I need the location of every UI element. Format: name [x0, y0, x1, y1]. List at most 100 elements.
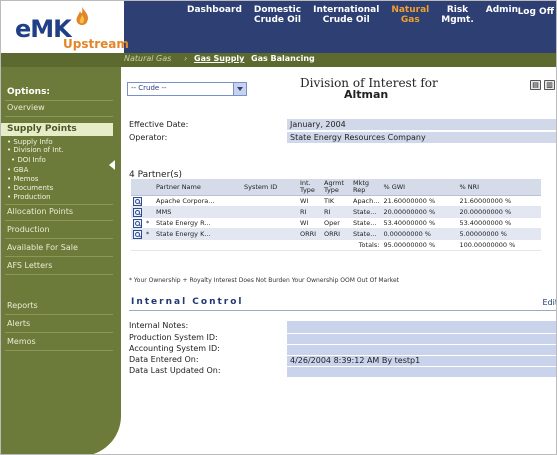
- row-mark: *: [144, 217, 154, 229]
- divider: [5, 332, 113, 333]
- sidebar-item-overview[interactable]: Overview: [7, 103, 45, 112]
- nri: 5.00000000 %: [457, 228, 542, 240]
- nri: 20.00000000 %: [457, 206, 542, 218]
- sidebar-item-memos-sub[interactable]: • Memos: [7, 175, 38, 183]
- crude-select-value: -- Crude --: [131, 84, 167, 92]
- divider: [5, 100, 113, 101]
- sidebar-item-allocation-points[interactable]: Allocation Points: [7, 207, 73, 216]
- sidebar-item-production-sub[interactable]: • Production: [7, 193, 51, 201]
- subnav-gas-balancing[interactable]: Gas Balancing: [251, 54, 315, 63]
- divider: [5, 116, 113, 117]
- agrmt-type: TIK: [322, 195, 351, 207]
- document-icon[interactable]: ▥: [544, 80, 555, 90]
- row-mark: *: [144, 228, 154, 240]
- view-icon[interactable]: [133, 207, 142, 217]
- logo-subtitle: Upstream: [63, 37, 129, 51]
- flame-icon: [76, 7, 89, 25]
- partners-table: Partner Name System ID Int. Type Agrmt T…: [131, 179, 542, 251]
- nav-international-crude[interactable]: International Crude Oil: [307, 5, 385, 25]
- toolbar: ▤ ▥: [530, 80, 555, 90]
- top-header: eMK Upstream Dashboard Domestic Crude Oil…: [1, 1, 556, 53]
- gwi: 53.40000000 %: [381, 217, 458, 229]
- subnav-section[interactable]: Natural Gas: [124, 54, 171, 63]
- nri: 53.40000000 %: [457, 217, 542, 229]
- col-int-type[interactable]: Int. Type: [298, 179, 322, 196]
- col-partner-name[interactable]: Partner Name: [154, 179, 242, 196]
- main-content: -- Crude -- Division of Interest for Alt…: [125, 67, 557, 454]
- int-type: WI: [298, 195, 322, 207]
- view-icon[interactable]: [133, 229, 142, 239]
- sidebar-item-production[interactable]: Production: [7, 225, 50, 234]
- data-last-updated-label: Data Last Updated On:: [129, 366, 221, 375]
- view-icon[interactable]: [133, 196, 142, 206]
- system-id: [242, 195, 298, 207]
- partner-name[interactable]: State Energy K...: [154, 228, 242, 240]
- system-id: [242, 217, 298, 229]
- divider: [5, 274, 113, 275]
- logo[interactable]: eMK Upstream: [1, 1, 129, 53]
- sidebar-item-doi-info[interactable]: • DOI Info: [11, 156, 46, 164]
- col-nri[interactable]: % NRI: [457, 179, 542, 196]
- internal-control-title: Internal Control: [131, 297, 244, 307]
- divider: [5, 204, 113, 205]
- nav-risk-mgmt[interactable]: Risk Mgmt.: [435, 5, 480, 25]
- subnav-gas-supply[interactable]: Gas Supply: [194, 54, 244, 63]
- partner-name[interactable]: MMS: [154, 206, 242, 218]
- caret-left-icon: [109, 160, 115, 170]
- total-nri: 100.00000000 %: [457, 239, 542, 251]
- gwi: 21.60000000 %: [381, 195, 458, 207]
- sidebar-item-supply-points[interactable]: Supply Points: [1, 123, 113, 136]
- col-mktg-rep[interactable]: Mktg Rep: [351, 179, 382, 196]
- divider: [5, 256, 113, 257]
- system-id: [242, 206, 298, 218]
- data-entered-on-label: Data Entered On:: [129, 355, 199, 364]
- int-type: ORRI: [298, 228, 322, 240]
- nav-dashboard[interactable]: Dashboard: [181, 5, 248, 25]
- sidebar-item-alerts[interactable]: Alerts: [7, 319, 30, 328]
- system-id: [242, 228, 298, 240]
- sidebar-item-division-of-int[interactable]: • Division of Int.: [7, 146, 64, 154]
- col-agrmt-type[interactable]: Agrmt Type: [322, 179, 351, 196]
- sidebar: Options: Overview Supply Points • Supply…: [1, 67, 121, 454]
- sidebar-item-reports[interactable]: Reports: [7, 301, 38, 310]
- nav-domestic-crude[interactable]: Domestic Crude Oil: [248, 5, 307, 25]
- totals-label: Totals:: [351, 239, 382, 251]
- divider: [5, 314, 113, 315]
- internal-notes-value: [287, 321, 556, 333]
- sidebar-item-available-for-sale[interactable]: Available For Sale: [7, 243, 78, 252]
- sidebar-item-documents[interactable]: • Documents: [7, 184, 53, 192]
- sidebar-title: Options:: [7, 87, 51, 97]
- col-gwi[interactable]: % GWI: [381, 179, 458, 196]
- nav-natural-gas[interactable]: Natural Gas: [385, 5, 435, 25]
- sidebar-item-gba[interactable]: • GBA: [7, 166, 28, 174]
- crude-select[interactable]: -- Crude --: [127, 82, 247, 96]
- sidebar-item-afs-letters[interactable]: AFS Letters: [7, 261, 52, 270]
- agrmt-type: Oper: [322, 217, 351, 229]
- table-row: * State Energy K... ORRI ORRI State... 0…: [131, 228, 542, 240]
- agrmt-type: ORRI: [322, 228, 351, 240]
- partner-name[interactable]: State Energy R...: [154, 217, 242, 229]
- col-system-id[interactable]: System ID: [242, 179, 298, 196]
- divider: [5, 350, 113, 351]
- production-system-id-value: [287, 334, 556, 344]
- divider: [5, 238, 113, 239]
- print-icon[interactable]: ▤: [530, 80, 541, 90]
- chevron-down-icon[interactable]: [233, 83, 246, 95]
- effective-date-value: January, 2004: [287, 119, 556, 130]
- divider: [5, 220, 113, 221]
- partner-name[interactable]: Apache Corpora...: [154, 195, 242, 207]
- totals-row: Totals: 95.00000000 % 100.00000000 %: [131, 239, 542, 251]
- accounting-system-id-value: [287, 345, 556, 355]
- int-type: RI: [298, 206, 322, 218]
- logoff-link[interactable]: Log Off: [518, 7, 554, 17]
- agrmt-type: RI: [322, 206, 351, 218]
- sidebar-item-memos[interactable]: Memos: [7, 337, 36, 346]
- view-icon[interactable]: [133, 218, 142, 228]
- int-type: WI: [298, 217, 322, 229]
- page-subtitle: Altman: [344, 88, 389, 101]
- divider: [129, 310, 556, 311]
- table-header: Partner Name System ID Int. Type Agrmt T…: [131, 179, 542, 196]
- effective-date-label: Effective Date:: [129, 120, 189, 129]
- edit-link[interactable]: Edit: [543, 298, 557, 307]
- sidebar-item-supply-info[interactable]: • Supply Info: [7, 138, 53, 146]
